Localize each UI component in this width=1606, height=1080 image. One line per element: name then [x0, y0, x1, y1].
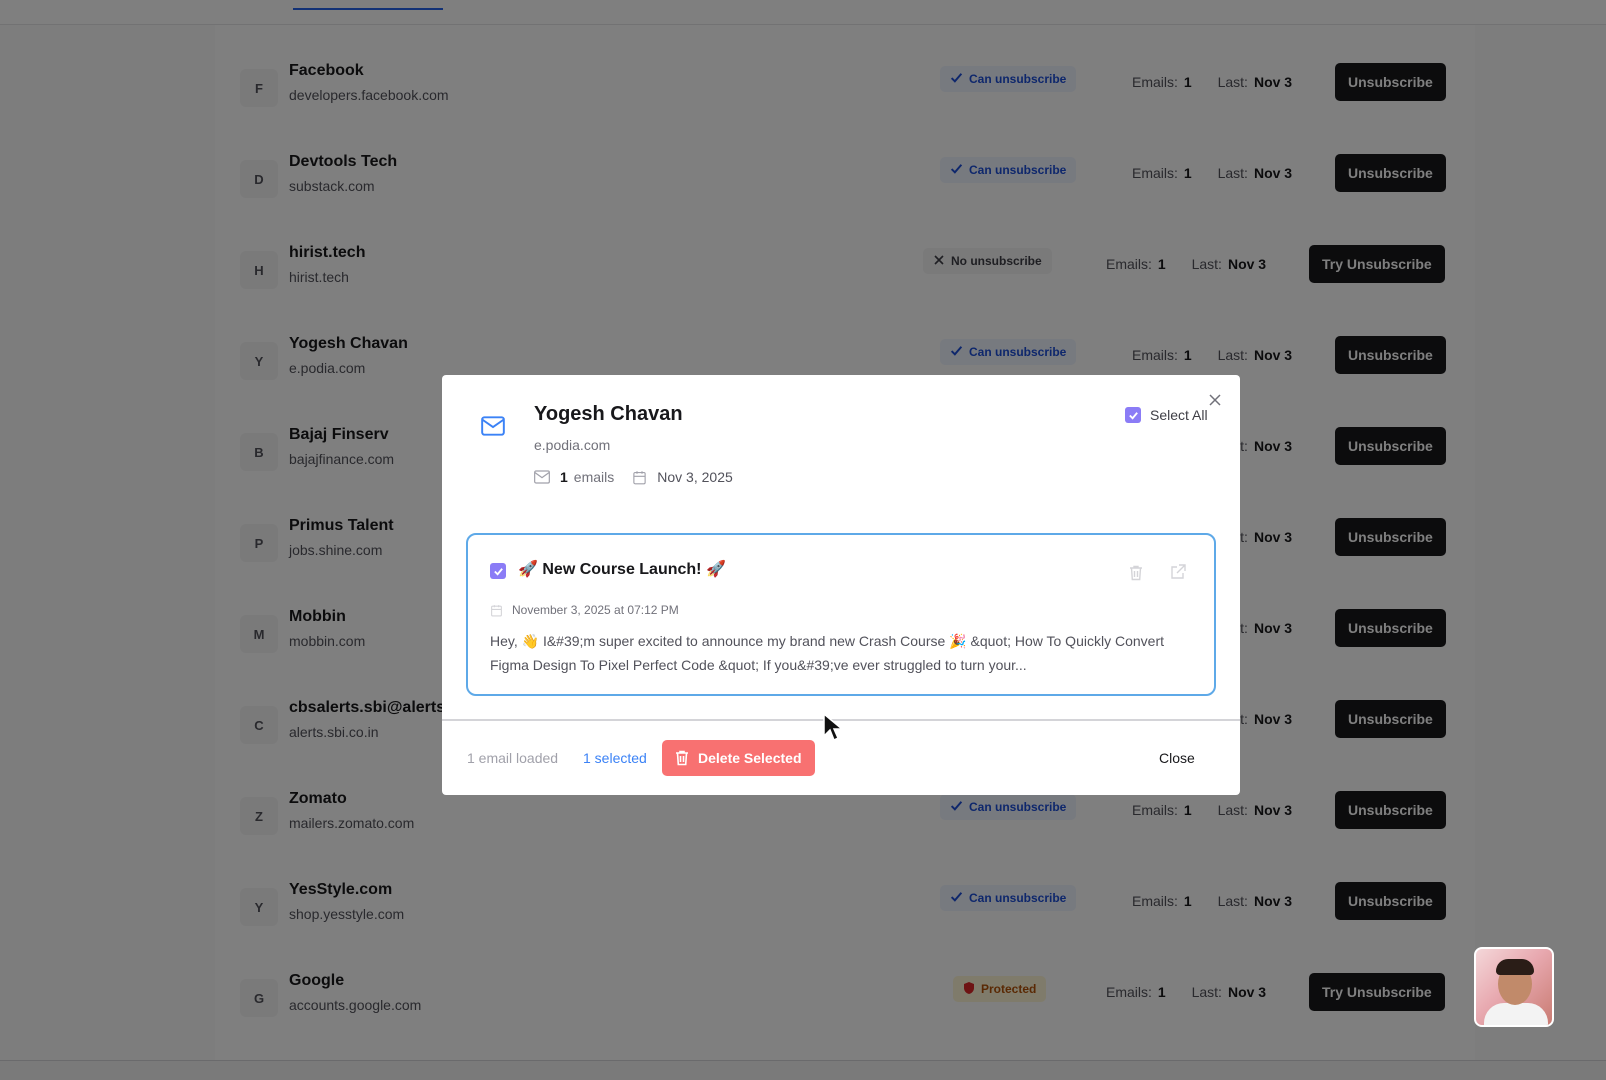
email-date: November 3, 2025 at 07:12 PM — [490, 603, 679, 617]
external-link-icon[interactable] — [1170, 564, 1186, 580]
modal-stats: 1 emails Nov 3, 2025 — [534, 469, 733, 485]
email-subject: 🚀 New Course Launch! 🚀 — [518, 561, 726, 578]
modal-date: Nov 3, 2025 — [657, 469, 733, 485]
envelope-icon — [534, 470, 550, 484]
modal-title: Yogesh Chavan — [534, 403, 683, 425]
trash-icon[interactable] — [1129, 565, 1143, 581]
close-icon[interactable] — [1208, 393, 1222, 407]
select-all-toggle[interactable]: Select All — [1125, 407, 1208, 423]
modal-domain: e.podia.com — [534, 437, 611, 453]
delete-selected-label: Delete Selected — [698, 750, 802, 766]
delete-selected-button[interactable]: Delete Selected — [662, 740, 815, 776]
calendar-icon — [633, 470, 646, 484]
calendar-icon — [491, 604, 502, 616]
close-button[interactable]: Close — [1159, 750, 1195, 766]
emails-loaded-count: 1 email loaded — [467, 750, 559, 766]
mail-icon — [481, 416, 505, 436]
email-preview: Hey, 👋 I&#39;m super excited to announce… — [490, 633, 1164, 673]
select-all-label: Select All — [1150, 407, 1208, 423]
select-all-checkbox[interactable] — [1125, 407, 1141, 423]
email-checkbox[interactable] — [490, 563, 506, 579]
trash-icon — [676, 750, 688, 766]
webcam-overlay — [1474, 947, 1554, 1027]
email-date-text: November 3, 2025 at 07:12 PM — [512, 603, 679, 617]
mouse-cursor-icon — [823, 712, 844, 742]
email-card[interactable]: 🚀 New Course Launch! 🚀 November 3, 2025 … — [466, 533, 1216, 696]
selected-count: 1 selected — [583, 750, 647, 766]
checkmark-icon — [1128, 411, 1138, 420]
modal-email-count: 1 — [560, 469, 568, 485]
checkmark-icon — [493, 567, 503, 576]
modal-email-count-label: emails — [573, 469, 615, 485]
